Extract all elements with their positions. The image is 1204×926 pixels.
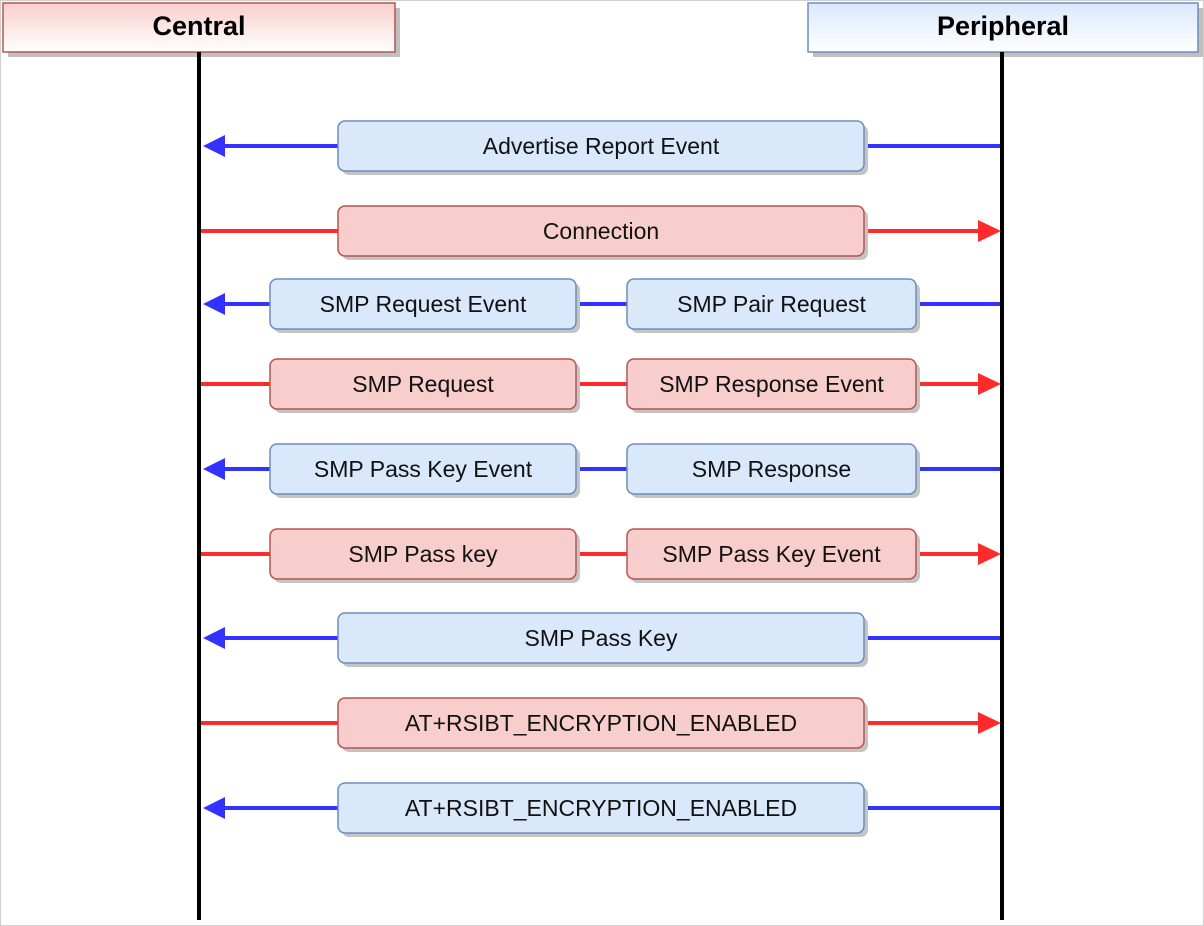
central-header: Central (2, 2, 400, 57)
message-5: SMP Pass Key Event SMP Response (203, 443, 1000, 498)
peripheral-label: Peripheral (937, 11, 1069, 41)
message-label: Advertise Report Event (483, 133, 720, 159)
arrow-left-icon (203, 135, 225, 157)
message-6: SMP Pass key SMP Pass Key Event (201, 528, 1001, 583)
sequence-diagram: Central Peripheral Advertise Report Even… (2, 2, 1203, 920)
message-9: AT+RSIBT_ENCRYPTION_ENABLED (203, 782, 1000, 837)
message-2: Connection (201, 205, 1001, 260)
arrow-left-icon (203, 797, 225, 819)
message-label: SMP Pair Request (677, 291, 866, 317)
arrow-right-icon (978, 220, 1001, 242)
arrow-left-icon (203, 293, 225, 315)
message-3: SMP Request Event SMP Pair Request (203, 278, 1000, 333)
message-label: AT+RSIBT_ENCRYPTION_ENABLED (405, 795, 797, 821)
message-1: Advertise Report Event (203, 120, 1000, 175)
arrow-right-icon (978, 712, 1001, 734)
message-label: SMP Request Event (320, 291, 527, 317)
message-label: SMP Pass Key Event (314, 456, 533, 482)
message-label: AT+RSIBT_ENCRYPTION_ENABLED (405, 710, 797, 736)
message-label: SMP Response Event (659, 371, 884, 397)
arrow-right-icon (978, 373, 1001, 395)
central-label: Central (152, 11, 245, 41)
message-label: SMP Pass key (348, 541, 498, 567)
message-label: SMP Response (692, 456, 851, 482)
message-label: SMP Pass Key Event (662, 541, 881, 567)
message-8: AT+RSIBT_ENCRYPTION_ENABLED (201, 697, 1001, 752)
message-4: SMP Request SMP Response Event (201, 358, 1001, 413)
message-label: SMP Request (352, 371, 494, 397)
arrow-right-icon (978, 543, 1001, 565)
peripheral-header: Peripheral (807, 2, 1203, 57)
arrow-left-icon (203, 458, 225, 480)
arrow-left-icon (203, 627, 225, 649)
message-7: SMP Pass Key (203, 612, 1000, 667)
message-label: Connection (543, 218, 659, 244)
message-label: SMP Pass Key (525, 625, 678, 651)
